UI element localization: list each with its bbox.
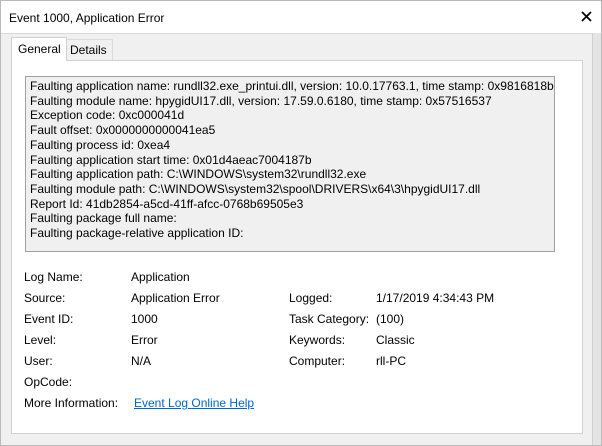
tab-details[interactable]: Details (63, 39, 113, 60)
source-label: Source: (24, 291, 66, 305)
task-category-label: Task Category: (289, 312, 370, 326)
logged-value: 1/17/2019 4:34:43 PM (376, 291, 495, 305)
log-name-label: Log Name: (24, 270, 83, 284)
description-line: Exception code: 0xc000041d (30, 108, 185, 123)
description-line: Fault offset: 0x0000000000041ea5 (30, 123, 216, 138)
source-value: Application Error (131, 291, 220, 305)
opcode-label: OpCode: (24, 375, 73, 389)
description-line: Faulting application path: C:\WINDOWS\sy… (30, 167, 367, 182)
general-tab-panel: Faulting application name: rundll32.exe_… (11, 60, 583, 434)
logged-label: Logged: (289, 291, 333, 305)
description-line: Faulting process id: 0xea4 (30, 137, 171, 152)
description-line: Faulting application name: rundll32.exe_… (30, 79, 554, 93)
close-icon (580, 11, 592, 22)
close-button[interactable] (573, 5, 599, 29)
window-edge-strip (592, 33, 601, 445)
tab-general[interactable]: General (11, 37, 67, 61)
event-id-label: Event ID: (24, 312, 74, 326)
user-value: N/A (131, 354, 152, 368)
task-category-value: (100) (376, 312, 405, 326)
level-value: Error (131, 333, 158, 347)
more-information-label: More Information: (24, 396, 119, 410)
description-line: Report Id: 41db2854-a5cd-41ff-afcc-0768b… (30, 196, 304, 211)
computer-value: rll-PC (376, 354, 406, 368)
keywords-value: Classic (376, 333, 415, 347)
level-label: Level: (24, 333, 57, 347)
description-line: Faulting package-relative application ID… (30, 226, 244, 241)
title-bar[interactable]: Event 1000, Application Error (1, 1, 601, 34)
event-id-value: 1000 (131, 312, 158, 326)
log-name-value: Application (131, 270, 190, 284)
event-log-online-help-link[interactable]: Event Log Online Help (134, 396, 254, 410)
description-line: Faulting module path: C:\WINDOWS\system3… (30, 181, 481, 196)
keywords-label: Keywords: (289, 333, 346, 347)
description-line: Faulting module name: hpygidUI17.dll, ve… (30, 93, 492, 108)
event-properties-window: Event 1000, Application Error General De… (0, 0, 602, 446)
description-line: Faulting package full name: (30, 211, 177, 226)
computer-label: Computer: (289, 354, 346, 368)
window-title: Event 1000, Application Error (9, 11, 165, 25)
event-description-box[interactable]: Faulting application name: rundll32.exe_… (25, 76, 555, 252)
user-label: User: (24, 354, 53, 368)
description-line: Faulting application start time: 0x01d4a… (30, 152, 312, 167)
